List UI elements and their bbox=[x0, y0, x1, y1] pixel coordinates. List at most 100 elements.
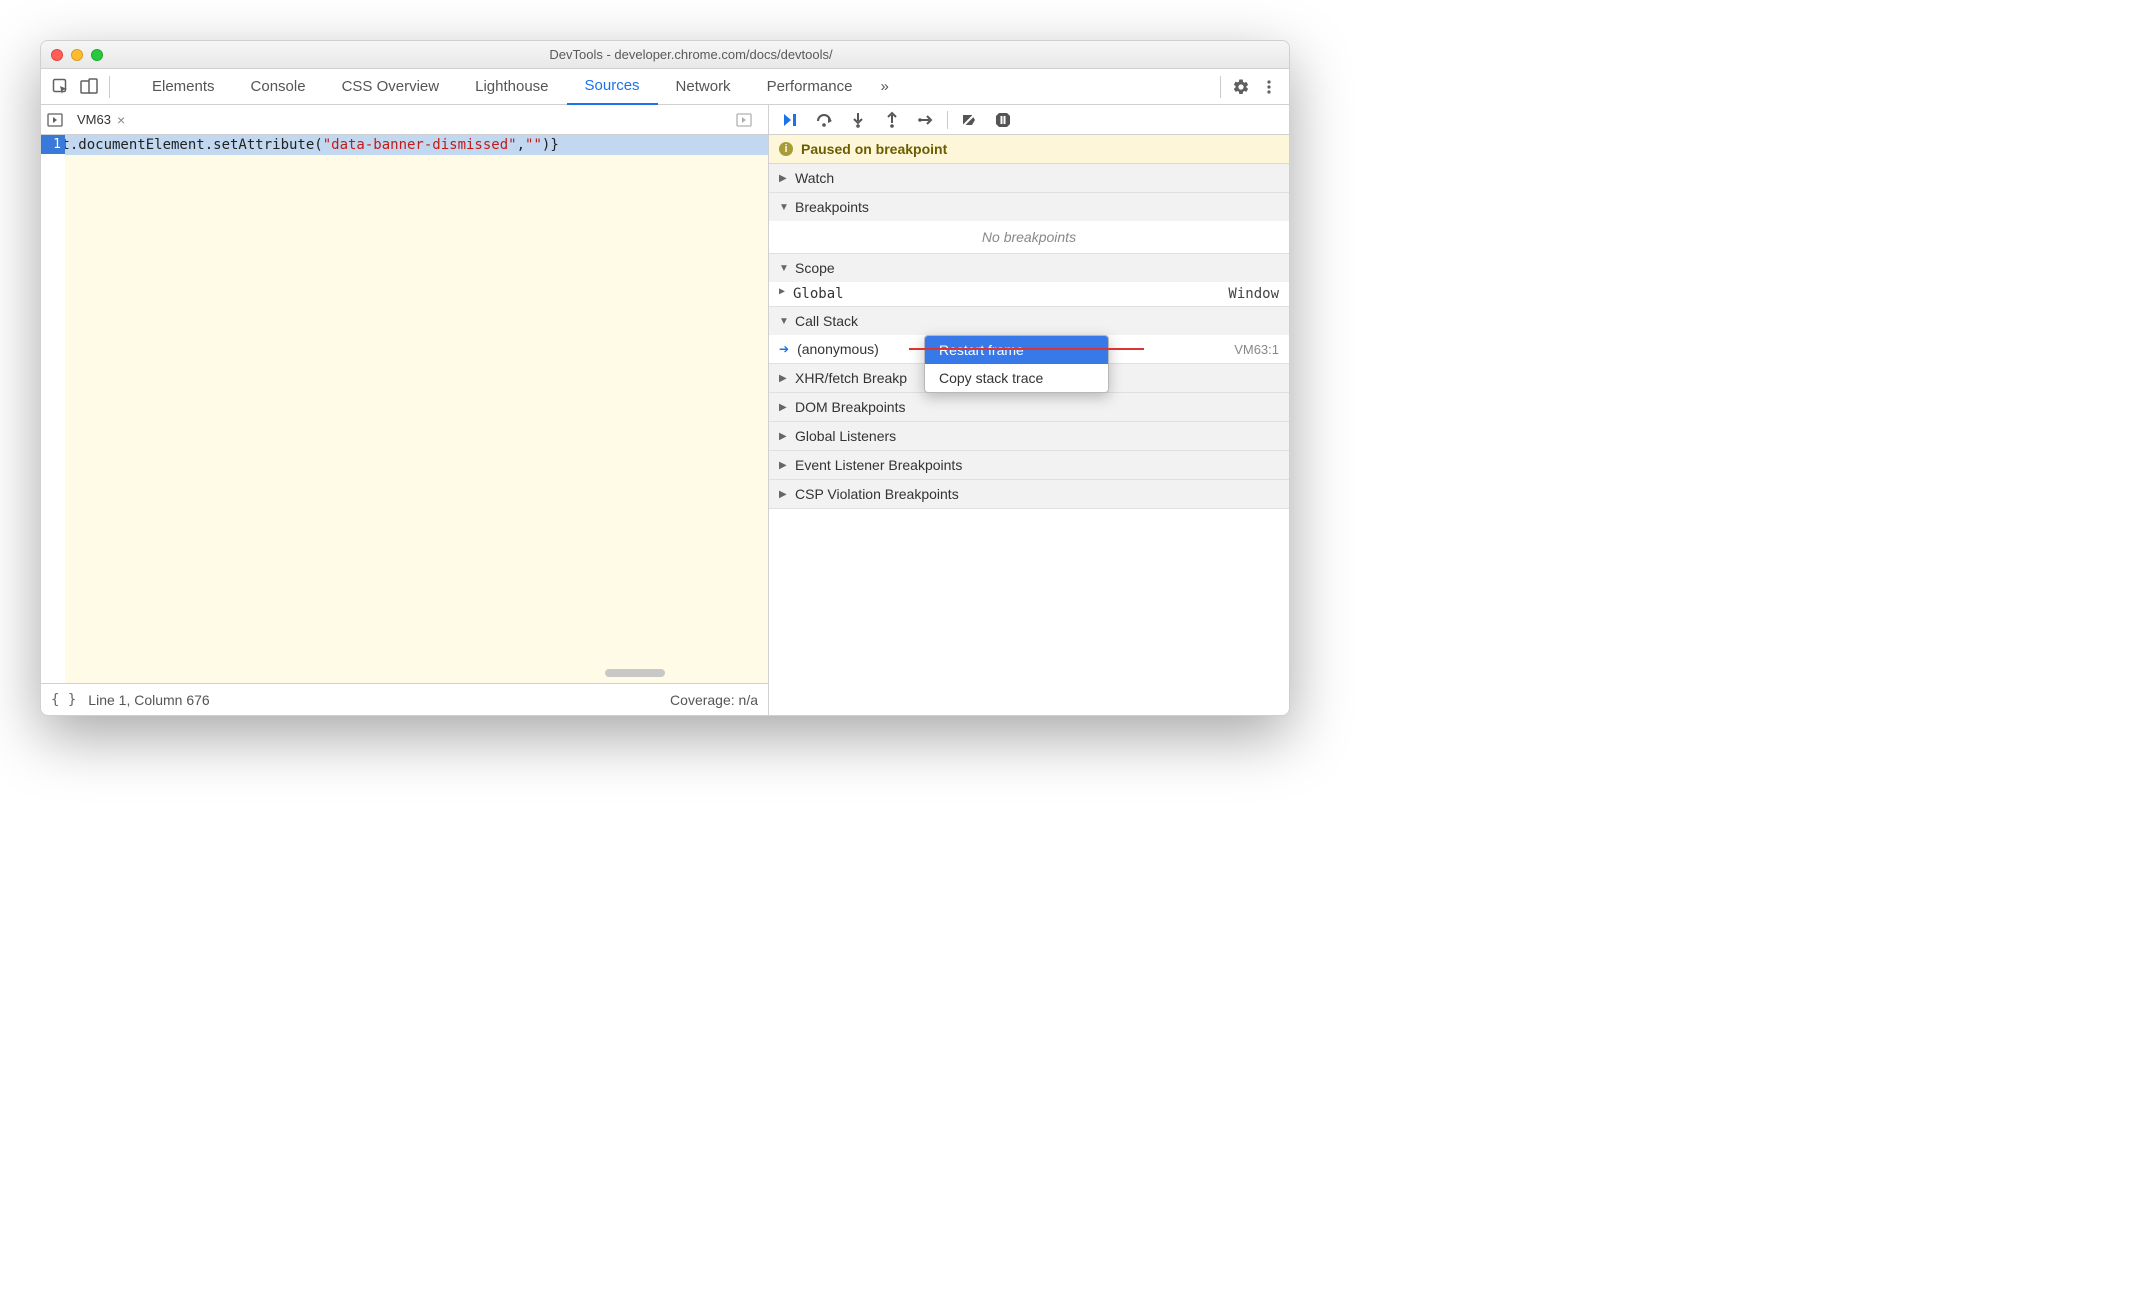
dom-label: DOM Breakpoints bbox=[795, 399, 905, 415]
code-body[interactable]: nt.documentElement.setAttribute("data-ba… bbox=[65, 135, 768, 683]
pause-on-exceptions-icon[interactable] bbox=[990, 107, 1016, 133]
watch-label: Watch bbox=[795, 170, 834, 186]
minimize-window-button[interactable] bbox=[71, 49, 83, 61]
tab-elements[interactable]: Elements bbox=[134, 69, 233, 105]
tab-lighthouse[interactable]: Lighthouse bbox=[457, 69, 566, 105]
pause-banner-text: Paused on breakpoint bbox=[801, 141, 947, 157]
section-header-watch[interactable]: ▶ Watch bbox=[769, 164, 1289, 192]
breakpoints-label: Breakpoints bbox=[795, 199, 869, 215]
close-icon[interactable]: × bbox=[117, 112, 125, 128]
tab-network[interactable]: Network bbox=[658, 69, 749, 105]
section-header-callstack[interactable]: ▼ Call Stack bbox=[769, 307, 1289, 335]
zoom-window-button[interactable] bbox=[91, 49, 103, 61]
section-header-scope[interactable]: ▼ Scope bbox=[769, 254, 1289, 282]
toggle-device-icon[interactable] bbox=[75, 73, 103, 101]
no-breakpoints-text: No breakpoints bbox=[769, 221, 1289, 253]
resume-icon[interactable] bbox=[777, 107, 803, 133]
triangle-down-icon: ▼ bbox=[779, 202, 789, 213]
scope-global-key: Global bbox=[793, 286, 1228, 302]
step-over-icon[interactable] bbox=[811, 107, 837, 133]
window-title: DevTools - developer.chrome.com/docs/dev… bbox=[103, 47, 1279, 62]
triangle-right-icon: ▶ bbox=[779, 373, 789, 384]
xhr-label: XHR/fetch Breakp bbox=[795, 370, 907, 386]
pretty-print-icon[interactable]: { } bbox=[51, 692, 76, 708]
close-window-button[interactable] bbox=[51, 49, 63, 61]
section-header-csp[interactable]: ▶ CSP Violation Breakpoints bbox=[769, 480, 1289, 508]
debugger-pane: i Paused on breakpoint ▶ Watch ▼ Breakpo… bbox=[769, 105, 1289, 715]
code-seg-empty: "" bbox=[525, 137, 542, 153]
titlebar: DevTools - developer.chrome.com/docs/dev… bbox=[41, 41, 1289, 69]
code-line-1: nt.documentElement.setAttribute("data-ba… bbox=[65, 135, 768, 155]
event-listener-label: Event Listener Breakpoints bbox=[795, 457, 962, 473]
file-tab-label: VM63 bbox=[77, 112, 111, 127]
context-item-restart-frame[interactable]: Restart frame bbox=[925, 336, 1108, 364]
tab-sources[interactable]: Sources bbox=[567, 69, 658, 105]
info-icon: i bbox=[779, 142, 793, 156]
tab-divider bbox=[109, 76, 110, 98]
triangle-down-icon: ▼ bbox=[779, 316, 789, 327]
section-header-event-listener[interactable]: ▶ Event Listener Breakpoints bbox=[769, 451, 1289, 479]
section-scope: ▼ Scope ▶ Global Window bbox=[769, 254, 1289, 307]
section-global-listeners: ▶ Global Listeners bbox=[769, 422, 1289, 451]
tab-performance[interactable]: Performance bbox=[749, 69, 871, 105]
file-tab-vm63[interactable]: VM63 × bbox=[71, 112, 131, 128]
sources-editor-pane: VM63 × 1 nt.documentElement.setAttribute… bbox=[41, 105, 769, 715]
devtools-window: DevTools - developer.chrome.com/docs/dev… bbox=[40, 40, 1290, 716]
section-event-listener: ▶ Event Listener Breakpoints bbox=[769, 451, 1289, 480]
section-call-stack: ▼ Call Stack ➔ (anonymous) VM63:1 Restar… bbox=[769, 307, 1289, 364]
code-editor[interactable]: 1 nt.documentElement.setAttribute("data-… bbox=[41, 135, 768, 683]
window-traffic-lights bbox=[51, 49, 103, 61]
triangle-down-icon: ▼ bbox=[779, 263, 789, 274]
section-header-dom[interactable]: ▶ DOM Breakpoints bbox=[769, 393, 1289, 421]
section-breakpoints: ▼ Breakpoints No breakpoints bbox=[769, 193, 1289, 254]
triangle-right-icon: ▶ bbox=[779, 460, 789, 471]
code-seg-suffix: )} bbox=[542, 137, 559, 153]
toolbar-divider bbox=[947, 111, 948, 129]
step-into-icon[interactable] bbox=[845, 107, 871, 133]
code-seg-prefix: nt.documentElement.setAttribute( bbox=[65, 137, 323, 153]
settings-icon[interactable] bbox=[1227, 73, 1255, 101]
tab-right-divider bbox=[1220, 76, 1221, 98]
status-bar: { } Line 1, Column 676 Coverage: n/a bbox=[41, 683, 768, 715]
inspect-element-icon[interactable] bbox=[47, 73, 75, 101]
section-header-breakpoints[interactable]: ▼ Breakpoints bbox=[769, 193, 1289, 221]
tab-css-overview[interactable]: CSS Overview bbox=[324, 69, 458, 105]
step-out-icon[interactable] bbox=[879, 107, 905, 133]
tab-console[interactable]: Console bbox=[233, 69, 324, 105]
context-item-copy-stack-trace[interactable]: Copy stack trace bbox=[925, 364, 1108, 392]
triangle-right-icon: ▶ bbox=[779, 402, 789, 413]
scope-global-val: Window bbox=[1228, 286, 1279, 302]
gutter: 1 bbox=[41, 135, 65, 683]
section-csp: ▶ CSP Violation Breakpoints bbox=[769, 480, 1289, 509]
callstack-row-anonymous[interactable]: ➔ (anonymous) VM63:1 Restart frame Copy … bbox=[769, 335, 1289, 363]
triangle-right-icon: ▶ bbox=[779, 489, 789, 500]
debugger-toolbar bbox=[769, 105, 1289, 135]
coverage-status: Coverage: n/a bbox=[670, 692, 758, 708]
tab-overflow[interactable]: » bbox=[870, 69, 898, 105]
cursor-position: Line 1, Column 676 bbox=[88, 692, 209, 708]
more-menu-icon[interactable] bbox=[1255, 73, 1283, 101]
horizontal-scrollbar-thumb[interactable] bbox=[605, 669, 665, 677]
snippets-run-icon[interactable] bbox=[736, 112, 762, 128]
context-menu: Restart frame Copy stack trace bbox=[924, 335, 1109, 393]
deactivate-breakpoints-icon[interactable] bbox=[956, 107, 982, 133]
triangle-right-icon: ▶ bbox=[779, 173, 789, 184]
step-icon[interactable] bbox=[913, 107, 939, 133]
csp-label: CSP Violation Breakpoints bbox=[795, 486, 959, 502]
section-header-global-listeners[interactable]: ▶ Global Listeners bbox=[769, 422, 1289, 450]
code-seg-string: "data-banner-dismissed" bbox=[323, 137, 517, 153]
callstack-fn-name: (anonymous) bbox=[797, 341, 879, 357]
file-tabs: VM63 × bbox=[41, 105, 768, 135]
section-watch: ▶ Watch bbox=[769, 164, 1289, 193]
callstack-label: Call Stack bbox=[795, 313, 858, 329]
current-frame-arrow-icon: ➔ bbox=[779, 342, 789, 356]
scope-row-global[interactable]: ▶ Global Window bbox=[769, 282, 1289, 306]
triangle-right-icon: ▶ bbox=[779, 431, 789, 442]
callstack-location: VM63:1 bbox=[1234, 342, 1279, 357]
line-number[interactable]: 1 bbox=[41, 135, 65, 154]
triangle-right-icon: ▶ bbox=[779, 286, 789, 302]
pause-banner: i Paused on breakpoint bbox=[769, 135, 1289, 164]
show-navigator-icon[interactable] bbox=[47, 112, 71, 128]
scope-label: Scope bbox=[795, 260, 835, 276]
main-tab-strip: Elements Console CSS Overview Lighthouse… bbox=[41, 69, 1289, 105]
